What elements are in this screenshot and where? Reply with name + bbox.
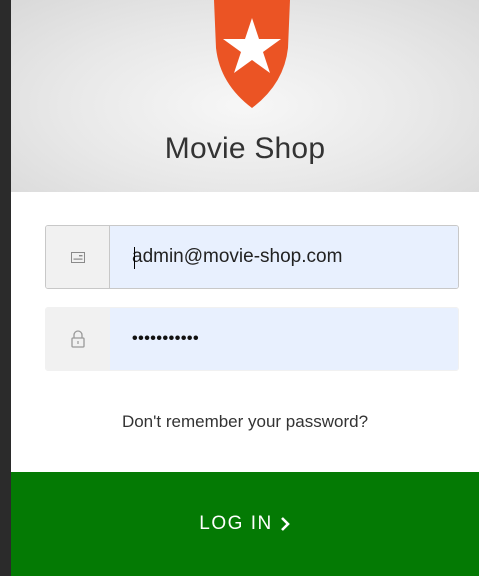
email-input[interactable] [110,226,458,288]
password-masked-value: ••••••••••• [132,330,200,347]
app-title: Movie Shop [164,132,326,165]
chevron-right-icon [280,517,290,531]
login-panel: Movie Shop ••••••••••• Don't remember yo… [11,0,479,576]
login-header: Movie Shop [11,0,479,192]
forgot-password-link[interactable]: Don't remember your password? [11,412,479,432]
lock-icon [71,330,85,348]
login-button-label: LOG IN [199,513,273,534]
auth0-shield-star-logo [214,0,290,108]
email-field[interactable] [45,225,459,289]
text-caret [134,247,135,269]
login-button[interactable]: LOG IN [11,472,479,576]
password-icon-cell [46,308,110,370]
window-left-border [0,0,11,576]
password-field[interactable]: ••••••••••• [45,307,459,371]
id-card-icon [70,251,85,263]
email-icon-cell [46,226,110,288]
